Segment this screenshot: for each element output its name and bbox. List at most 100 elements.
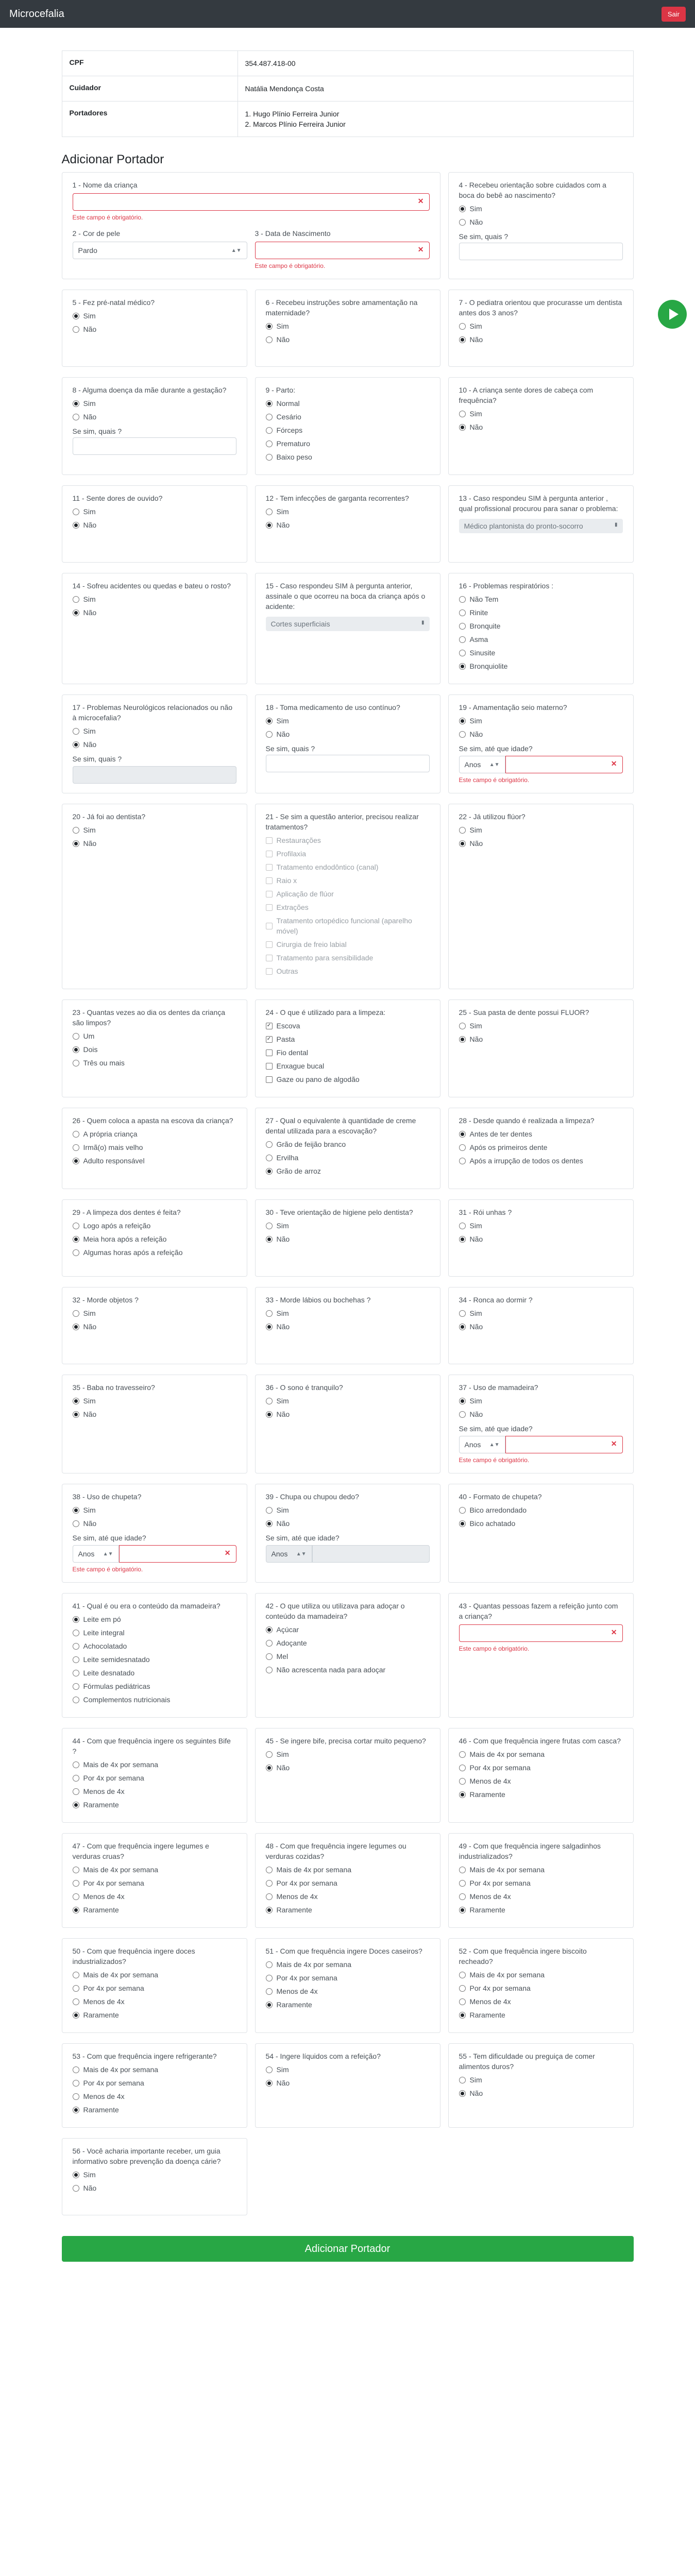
- radio[interactable]: [459, 2011, 466, 2019]
- q41-option[interactable]: Leite em pó: [72, 1614, 236, 1624]
- q48-option[interactable]: Mais de 4x por semana: [265, 1865, 430, 1875]
- q9-option[interactable]: Baixo peso: [265, 452, 430, 462]
- age-input[interactable]: ✕: [505, 1436, 623, 1453]
- radio[interactable]: [72, 1998, 79, 2005]
- q24-option[interactable]: Gaze ou pano de algodão: [265, 1074, 430, 1084]
- q9-option[interactable]: Fórceps: [265, 425, 430, 435]
- q35-option[interactable]: Não: [72, 1409, 236, 1419]
- radio[interactable]: [72, 596, 79, 603]
- q28-option[interactable]: Após a irrupção de todos os dentes: [459, 1156, 623, 1166]
- q31-option[interactable]: Sim: [459, 1221, 623, 1231]
- q15-select[interactable]: Cortes superficiais ▮: [265, 617, 430, 631]
- radio[interactable]: [72, 1059, 79, 1066]
- radio[interactable]: [459, 1866, 466, 1873]
- radio[interactable]: [72, 1222, 79, 1229]
- q26-option[interactable]: A própria criança: [72, 1129, 236, 1139]
- q4-which-input[interactable]: [459, 243, 623, 260]
- q51-option[interactable]: Mais de 4x por semana: [265, 1959, 430, 1970]
- radio[interactable]: [72, 1629, 79, 1636]
- q4-option[interactable]: Não: [459, 217, 623, 227]
- age-unit-select[interactable]: Anos ▲▼: [72, 1545, 119, 1563]
- radio[interactable]: [459, 596, 466, 603]
- q23-option[interactable]: Três ou mais: [72, 1058, 236, 1068]
- radio[interactable]: [72, 2184, 79, 2192]
- q42-option[interactable]: Não acrescenta nada para adoçar: [265, 1665, 430, 1675]
- radio[interactable]: [459, 1036, 466, 1043]
- q13-select[interactable]: Médico plantonista do pronto-socorro ▮: [459, 519, 623, 533]
- q19-option[interactable]: Sim: [459, 716, 623, 726]
- q21-option[interactable]: Tratamento para sensibilidade: [265, 953, 430, 963]
- radio[interactable]: [265, 731, 273, 738]
- radio[interactable]: [459, 1520, 466, 1527]
- radio[interactable]: [265, 1639, 273, 1647]
- age-unit-select[interactable]: Anos ▲▼: [265, 1545, 312, 1563]
- radio[interactable]: [459, 1157, 466, 1164]
- radio[interactable]: [72, 1310, 79, 1317]
- q25-option[interactable]: Não: [459, 1034, 623, 1044]
- checkbox[interactable]: [265, 968, 273, 975]
- q18-which-input[interactable]: [265, 755, 430, 772]
- q50-option[interactable]: Raramente: [72, 2010, 236, 2020]
- q26-option[interactable]: Adulto responsável: [72, 1156, 236, 1166]
- q36-option[interactable]: Não: [265, 1409, 430, 1419]
- radio[interactable]: [459, 1879, 466, 1887]
- radio[interactable]: [459, 1506, 466, 1514]
- q48-option[interactable]: Por 4x por semana: [265, 1878, 430, 1888]
- radio[interactable]: [459, 1777, 466, 1785]
- q27-option[interactable]: Grão de feijão branco: [265, 1139, 430, 1149]
- radio[interactable]: [459, 1222, 466, 1229]
- radio[interactable]: [459, 663, 466, 670]
- q27-option[interactable]: Grão de arroz: [265, 1166, 430, 1176]
- radio[interactable]: [459, 636, 466, 643]
- radio[interactable]: [72, 840, 79, 847]
- radio[interactable]: [459, 2076, 466, 2083]
- radio[interactable]: [72, 1032, 79, 1040]
- radio[interactable]: [459, 336, 466, 343]
- q27-option[interactable]: Ervilha: [265, 1153, 430, 1163]
- q9-option[interactable]: Prematuro: [265, 438, 430, 449]
- q45-option[interactable]: Não: [265, 1762, 430, 1773]
- people-count-input[interactable]: ✕: [459, 1624, 623, 1642]
- radio[interactable]: [72, 413, 79, 420]
- q14-option[interactable]: Não: [72, 607, 236, 618]
- q30-option[interactable]: Sim: [265, 1221, 430, 1231]
- radio[interactable]: [72, 521, 79, 529]
- radio[interactable]: [72, 741, 79, 748]
- radio[interactable]: [72, 1866, 79, 1873]
- q21-option[interactable]: Aplicação de flúor: [265, 889, 430, 899]
- q22-option[interactable]: Não: [459, 838, 623, 849]
- q47-option[interactable]: Por 4x por semana: [72, 1878, 236, 1888]
- q56-option[interactable]: Não: [72, 2183, 236, 2193]
- q31-option[interactable]: Não: [459, 1234, 623, 1244]
- q32-option[interactable]: Sim: [72, 1308, 236, 1318]
- radio[interactable]: [265, 1906, 273, 1913]
- q39-option[interactable]: Não: [265, 1518, 430, 1529]
- radio[interactable]: [265, 508, 273, 515]
- checkbox[interactable]: [265, 877, 273, 884]
- radio[interactable]: [72, 1669, 79, 1676]
- age-input[interactable]: [312, 1545, 430, 1563]
- radio[interactable]: [459, 826, 466, 834]
- q24-option[interactable]: Escova: [265, 1021, 430, 1031]
- radio[interactable]: [72, 1971, 79, 1978]
- radio[interactable]: [265, 1520, 273, 1527]
- radio[interactable]: [72, 1397, 79, 1404]
- q7-option[interactable]: Sim: [459, 321, 623, 331]
- age-unit-select[interactable]: Anos ▲▼: [459, 756, 505, 773]
- radio[interactable]: [265, 1893, 273, 1900]
- q47-option[interactable]: Menos de 4x: [72, 1891, 236, 1902]
- radio[interactable]: [265, 1866, 273, 1873]
- radio[interactable]: [265, 2066, 273, 2073]
- checkbox[interactable]: [265, 850, 273, 857]
- q53-option[interactable]: Mais de 4x por semana: [72, 2064, 236, 2075]
- q23-option[interactable]: Dois: [72, 1044, 236, 1055]
- radio[interactable]: [459, 410, 466, 417]
- radio[interactable]: [72, 1249, 79, 1256]
- q16-option[interactable]: Rinite: [459, 607, 623, 618]
- radio[interactable]: [459, 731, 466, 738]
- radio[interactable]: [72, 1144, 79, 1151]
- checkbox[interactable]: [265, 922, 273, 929]
- radio[interactable]: [72, 1985, 79, 1992]
- q47-option[interactable]: Mais de 4x por semana: [72, 1865, 236, 1875]
- radio[interactable]: [265, 400, 273, 407]
